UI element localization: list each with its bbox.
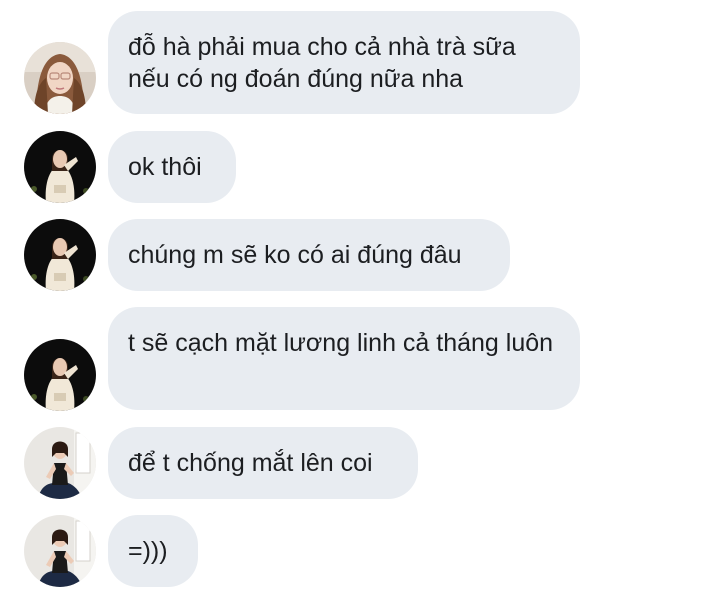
message-bubble[interactable]: =))) — [108, 515, 198, 587]
avatar-girl-dark-icon — [24, 131, 96, 203]
avatar-girl-dress-icon — [24, 427, 96, 499]
message-bubble[interactable]: ok thôi — [108, 131, 236, 203]
message-bubble[interactable]: đỗ hà phải mua cho cả nhà trà sữa nếu có… — [108, 11, 580, 114]
message-text: t sẽ cạch mặt lương linh cả tháng luôn — [128, 329, 554, 357]
avatar[interactable] — [24, 131, 96, 203]
avatar[interactable] — [24, 515, 96, 587]
avatar[interactable] — [24, 42, 96, 114]
message-bubble[interactable]: để t chống mắt lên coi — [108, 427, 418, 499]
avatar[interactable] — [24, 339, 96, 411]
avatar-girl-dress-icon — [24, 515, 96, 587]
message-bubble[interactable]: chúng m sẽ ko có ai đúng đâu — [108, 219, 510, 291]
avatar[interactable] — [24, 219, 96, 291]
message-bubble[interactable]: t sẽ cạch mặt lương linh cả tháng luôn — [108, 307, 580, 410]
avatar[interactable] — [24, 427, 96, 499]
message-text: chúng m sẽ ko có ai đúng đâu — [128, 241, 462, 269]
avatar-girl-dark-icon — [24, 219, 96, 291]
message-text: đỗ hà phải mua cho cả nhà trà sữa nếu có… — [128, 33, 516, 93]
avatar-girl-dark-icon — [24, 339, 96, 411]
message-text: ok thôi — [128, 153, 202, 181]
avatar-girl-glasses-icon — [24, 42, 96, 114]
message-text: để t chống mắt lên coi — [128, 449, 373, 477]
message-text: =))) — [128, 537, 168, 565]
